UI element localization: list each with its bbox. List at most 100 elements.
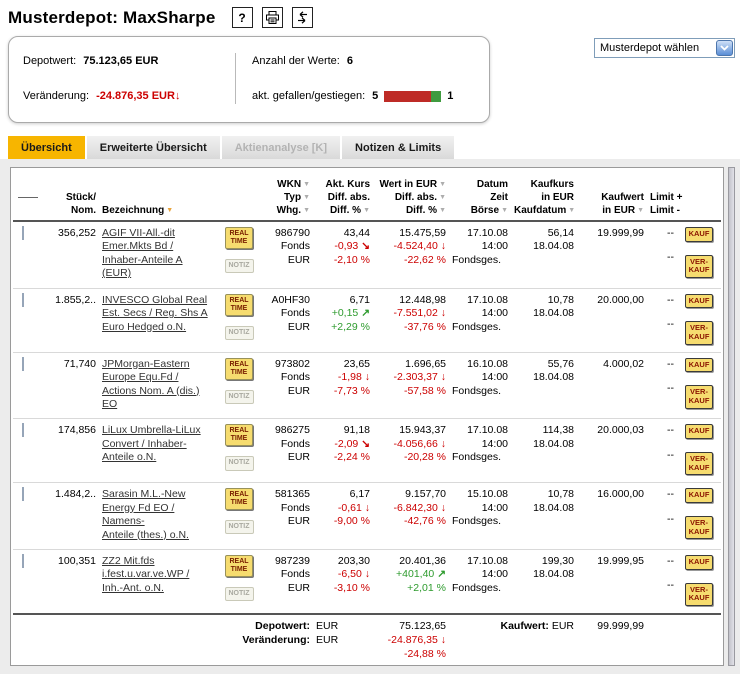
print-icon[interactable] — [261, 7, 283, 28]
notiz-button[interactable]: NOTIZ — [224, 456, 254, 471]
help-icon[interactable]: ? — [231, 7, 253, 28]
position-name-link[interactable]: INVESCO Global Real Est. Secs / Reg. Shs… — [102, 294, 214, 334]
row-buttons-cell: REAL TIME NOTIZ — [217, 549, 261, 615]
notiz-button[interactable]: NOTIZ — [224, 587, 254, 602]
price-diff-pct: +2,29 % — [331, 320, 370, 333]
kurs-cell: 6,71 +0,15 ↗ +2,29 % — [313, 288, 373, 353]
verkauf-button[interactable]: VER- KAUF — [684, 321, 714, 345]
sort-arrow-icon[interactable]: ▼ — [166, 207, 173, 214]
realtime-button[interactable]: REAL TIME — [225, 424, 253, 447]
tab-erweiterte-uebersicht[interactable]: Erweiterte Übersicht — [86, 136, 220, 159]
value-eur: 1.696,65 — [405, 357, 446, 370]
row-checkbox[interactable] — [22, 554, 24, 568]
value-diff-abs: -4.056,66 — [393, 437, 438, 450]
limit-cell: -- -- — [647, 549, 677, 615]
row-checkbox[interactable] — [22, 356, 24, 371]
limit-plus: -- — [667, 227, 674, 239]
notiz-button[interactable]: NOTIZ — [224, 520, 254, 535]
notiz-button[interactable]: NOTIZ — [224, 389, 254, 404]
wkn: 987239 — [274, 555, 310, 567]
col-header-bezeichnung[interactable]: Bezeichnung ▼ — [99, 176, 217, 222]
trend-arrow-icon: ↓ — [440, 437, 446, 450]
verkauf-button[interactable]: VER- KAUF — [684, 515, 714, 540]
col-header-wkn[interactable]: WKN ▼ Typ ▼ Whg. ▼ — [261, 176, 313, 222]
position-name-link[interactable]: JPMorgan-Eastern Europe Equ.Fd / Actions… — [102, 358, 214, 412]
position-name-link[interactable]: Sarasin M.L.-New Energy Fd EO / Namens- … — [102, 488, 214, 542]
sort-arrow-icon[interactable]: ▼ — [303, 194, 310, 201]
col-header-kaufwert[interactable]: Kaufwert in EUR ▼ — [577, 176, 647, 222]
trend-arrow-icon: ↓ — [364, 568, 370, 581]
position-name-link[interactable]: LiLux Umbrella-LiLux Convert / Inhaber- … — [102, 424, 214, 464]
type: Fonds — [280, 437, 310, 450]
price-diff-pct: -7,73 % — [333, 384, 370, 397]
col-header-datum[interactable]: Datum Zeit Börse ▼ — [449, 176, 511, 222]
limit-cell: -- -- — [647, 352, 677, 420]
position-name-link[interactable]: ZZ2 Mit.fds i.fest.u.var.ve.WP / Inh.-An… — [102, 555, 214, 595]
notiz-button[interactable]: NOTIZ — [224, 325, 254, 340]
type: Fonds — [280, 371, 310, 384]
col-header-kaufkurs[interactable]: Kaufkurs in EUR Kaufdatum ▼ — [511, 176, 577, 222]
value-diff-abs: -6.842,30 — [393, 501, 438, 514]
trend-arrow-icon: ↓ — [440, 501, 446, 514]
sort-arrow-icon[interactable]: ▼ — [363, 207, 370, 214]
tab-uebersicht[interactable]: Übersicht — [8, 136, 85, 159]
kaufkurs-cell: 56,14 18.04.08 — [511, 221, 577, 289]
actions-cell: KAUF VER- KAUF — [677, 482, 721, 550]
actions-cell: KAUF VER- KAUF — [677, 288, 721, 353]
limit-plus: -- — [667, 488, 674, 501]
verkauf-button[interactable]: VER- KAUF — [684, 582, 714, 606]
currency: EUR — [287, 320, 310, 333]
price-diff-pct: -3,10 % — [333, 581, 370, 594]
value-diff-pct: -37,76 % — [403, 320, 446, 333]
kauf-button[interactable]: KAUF — [684, 293, 714, 309]
footer-kaufwert-label: Kaufwert: EUR — [500, 619, 574, 632]
tab-content-panel: Stück/ Nom. Bezeichnung ▼ WKN ▼ Typ ▼ Whg. ▼… — [0, 159, 740, 674]
kauf-button[interactable]: KAUF — [684, 555, 714, 570]
col-header-wert[interactable]: Wert in EUR ▼ Diff. abs. ▼ Diff. % ▼ — [373, 176, 449, 222]
col-header-akt-kurs[interactable]: Akt. Kurs Diff. abs. Diff. % ▼ — [313, 176, 373, 222]
buy-value: 4.000,02 — [603, 357, 644, 370]
buy-date: 18.04.08 — [533, 371, 574, 384]
verkauf-button[interactable]: VER- KAUF — [684, 452, 714, 476]
realtime-button[interactable]: REAL TIME — [225, 227, 253, 250]
row-checkbox[interactable] — [22, 226, 24, 240]
row-checkbox[interactable] — [22, 292, 24, 307]
kauf-button[interactable]: KAUF — [684, 488, 714, 503]
row-checkbox[interactable] — [22, 423, 24, 438]
type: Fonds — [280, 307, 310, 320]
depot-select-dropdown[interactable]: Musterdepot wählen — [594, 38, 735, 58]
realtime-button[interactable]: REAL TIME — [225, 555, 253, 578]
realtime-button[interactable]: REAL TIME — [225, 293, 253, 316]
sort-arrow-icon[interactable]: ▼ — [303, 207, 310, 214]
verkauf-button[interactable]: VER- KAUF — [684, 254, 714, 278]
kauf-button[interactable]: KAUF — [684, 357, 714, 373]
sort-arrow-icon[interactable]: ▼ — [439, 181, 446, 188]
current-price: 91,18 — [343, 424, 370, 437]
sort-arrow-icon[interactable]: ▼ — [637, 207, 644, 214]
col-header-stueck: Stück/ Nom. — [41, 176, 99, 222]
position-name-link[interactable]: AGIF VII-All.-dit Emer.Mkts Bd / Inhaber… — [102, 227, 214, 281]
verkauf-button[interactable]: VER- KAUF — [684, 385, 714, 409]
sort-arrow-icon[interactable]: ▼ — [501, 207, 508, 214]
buy-value: 20.000,03 — [597, 424, 644, 437]
vertical-scrollbar[interactable] — [728, 167, 735, 667]
table-footer-row: Depotwert: Veränderung: EUR EUR 75.123,6… — [13, 614, 721, 666]
limit-minus: -- — [667, 251, 674, 264]
quote-date: 17.10.08 — [467, 293, 508, 306]
summary-box: Depotwert: 75.123,65 EUR Veränderung: -2… — [8, 36, 490, 123]
realtime-button[interactable]: REAL TIME — [225, 488, 253, 511]
row-checkbox[interactable] — [22, 487, 24, 502]
sort-arrow-icon[interactable]: ▼ — [439, 194, 446, 201]
chevron-down-icon[interactable] — [716, 40, 733, 56]
kauf-button[interactable]: KAUF — [684, 227, 714, 242]
sort-arrow-icon[interactable]: ▼ — [439, 207, 446, 214]
kurs-cell: 6,17 -0,61 ↓ -9,00 % — [313, 482, 373, 550]
type: Fonds — [280, 501, 310, 514]
sort-arrow-icon[interactable]: ▼ — [303, 181, 310, 188]
kauf-button[interactable]: KAUF — [684, 424, 714, 439]
tab-notizen-limits[interactable]: Notizen & Limits — [342, 136, 455, 159]
realtime-button[interactable]: REAL TIME — [225, 357, 253, 380]
sort-arrow-icon[interactable]: ▼ — [568, 207, 575, 214]
notiz-button[interactable]: NOTIZ — [224, 259, 254, 274]
refresh-icon[interactable] — [291, 7, 313, 28]
